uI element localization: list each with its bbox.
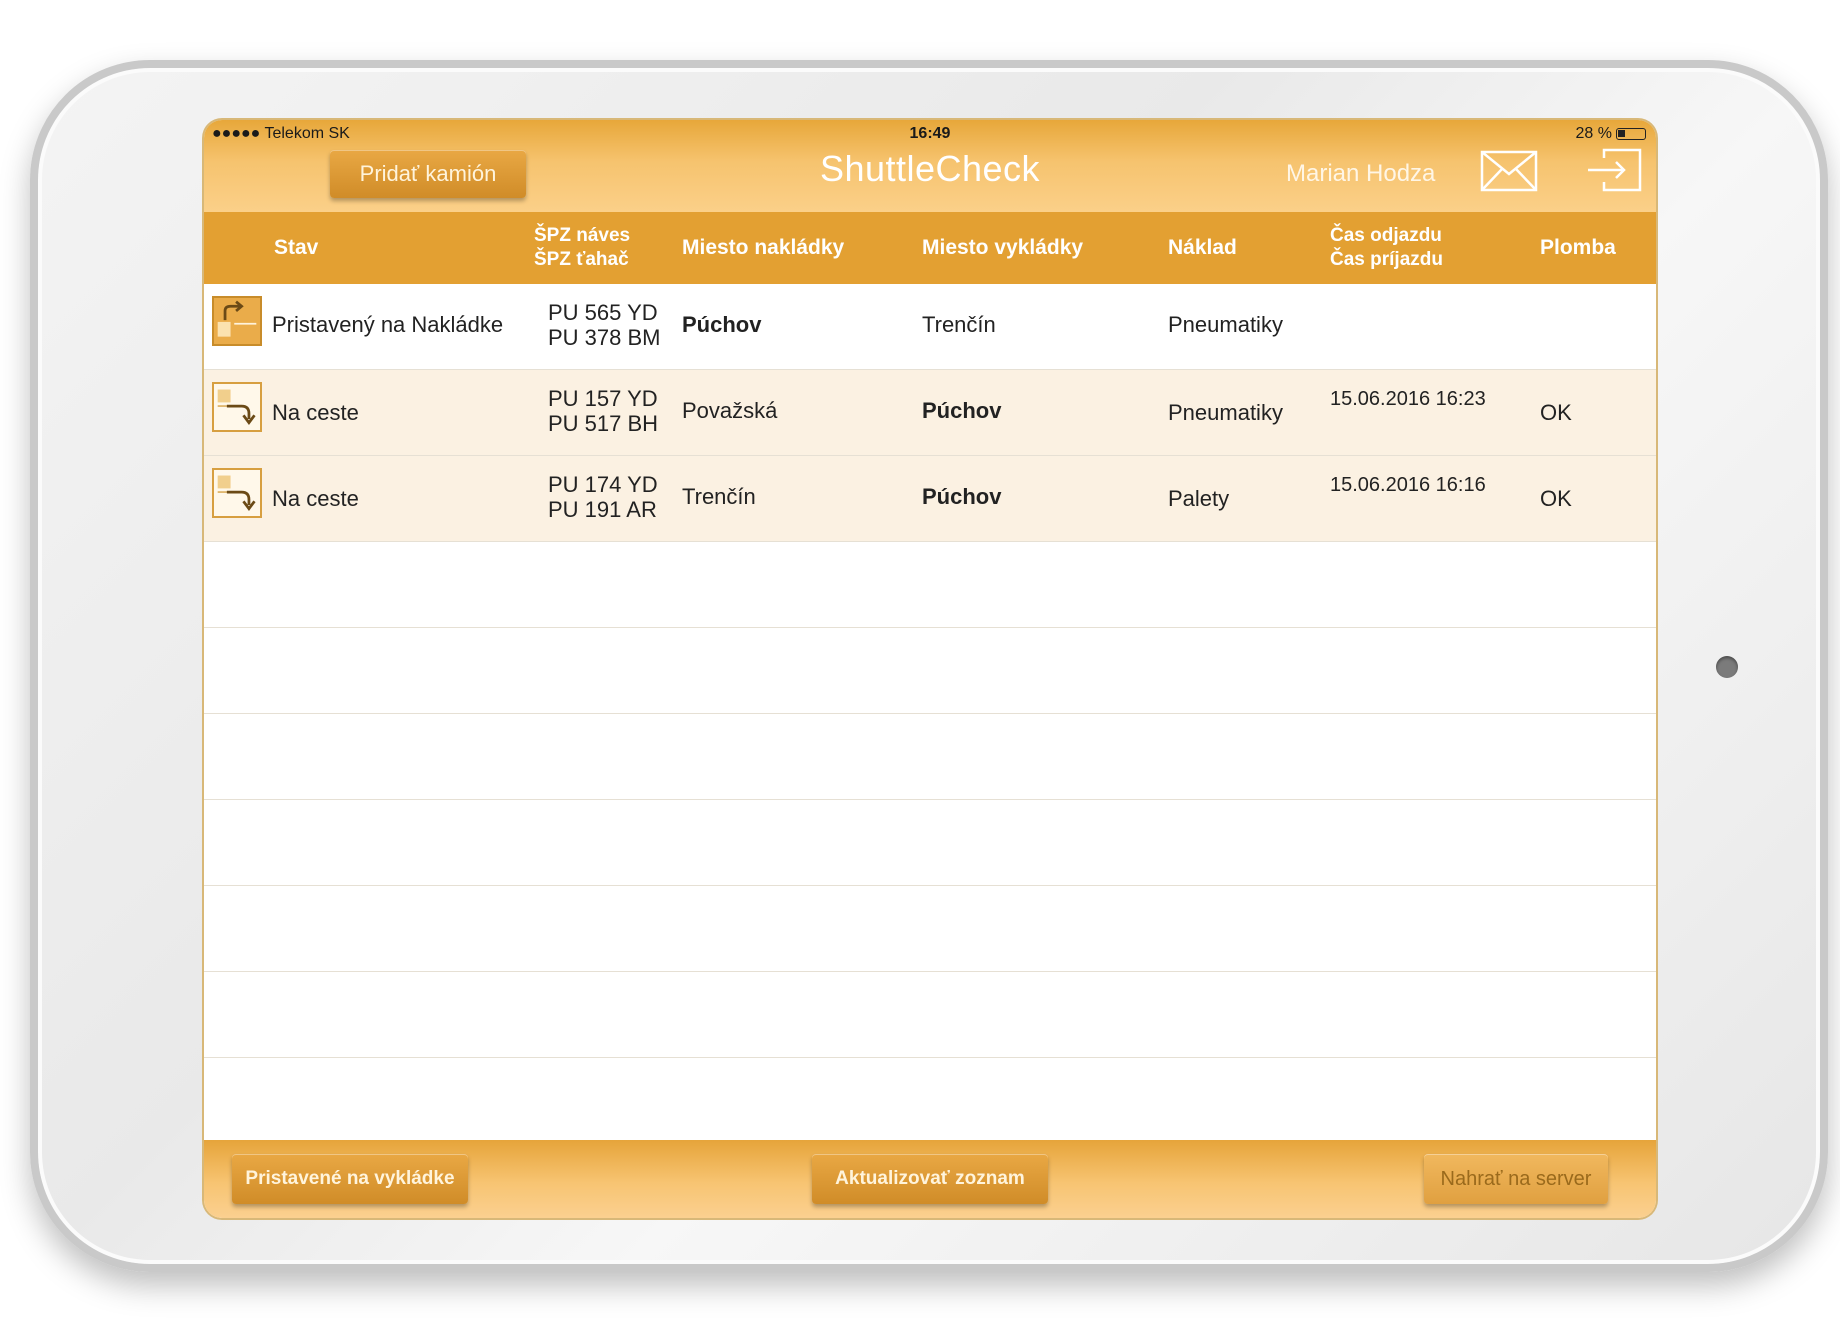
column-spz-naves: ŠPZ náves bbox=[534, 225, 631, 246]
user-name: Marian Hodza bbox=[1286, 160, 1436, 187]
cell-stav: Na ceste bbox=[272, 486, 359, 511]
cell-plomba: OK bbox=[1540, 400, 1572, 425]
in-transit-icon bbox=[212, 382, 262, 432]
battery-icon bbox=[1616, 128, 1646, 140]
column-spz-tahac: ŠPZ ťahač bbox=[534, 249, 629, 270]
table-row[interactable]: Na ceste PU 174 YD PU 191 AR Trenčín Púc… bbox=[204, 456, 1656, 542]
cell-plomba: OK bbox=[1540, 486, 1572, 511]
cell-miesto-nakladky: Trenčín bbox=[682, 484, 756, 509]
column-naklad[interactable]: Náklad bbox=[1168, 236, 1237, 260]
cell-cas: 15.06.2016 16:16 bbox=[1330, 474, 1486, 496]
cell-spz-tahac: PU 191 AR bbox=[548, 497, 657, 522]
empty-row bbox=[204, 972, 1656, 1058]
column-miesto-vykladky[interactable]: Miesto vykládky bbox=[922, 236, 1083, 260]
clock: 16:49 bbox=[909, 125, 951, 142]
cell-stav: Na ceste bbox=[272, 400, 359, 425]
column-plomba[interactable]: Plomba bbox=[1540, 236, 1616, 260]
column-cas[interactable]: Čas odjazdu Čas príjazdu bbox=[1330, 224, 1443, 272]
cell-miesto-vykladky: Púchov bbox=[922, 398, 1002, 423]
table-row[interactable]: Na ceste PU 157 YD PU 517 BH Považská Pú… bbox=[204, 370, 1656, 456]
empty-row bbox=[204, 714, 1656, 800]
cell-miesto-nakladky: Púchov bbox=[682, 312, 762, 337]
cell-spz-naves: PU 565 YD bbox=[548, 300, 658, 325]
cell-spz-tahac: PU 517 BH bbox=[548, 411, 659, 436]
home-button[interactable] bbox=[1716, 656, 1738, 678]
column-spz[interactable]: ŠPZ náves ŠPZ ťahač bbox=[534, 224, 630, 272]
bottom-toolbar: Pristavené na vykládke Aktualizovať zozn… bbox=[204, 1140, 1656, 1218]
column-stav[interactable]: Stav bbox=[274, 236, 318, 260]
cell-miesto-vykladky: Trenčín bbox=[922, 312, 996, 337]
app-title: ShuttleCheck bbox=[819, 148, 1041, 189]
empty-row bbox=[204, 800, 1656, 886]
cell-naklad: Pneumatiky bbox=[1168, 400, 1283, 425]
envelope-icon[interactable] bbox=[1480, 150, 1538, 192]
refresh-list-button[interactable]: Aktualizovať zoznam bbox=[812, 1154, 1048, 1204]
in-transit-icon bbox=[212, 468, 262, 518]
cell-spz: PU 565 YD PU 378 BM bbox=[548, 300, 661, 350]
unloading-button[interactable]: Pristavené na vykládke bbox=[232, 1154, 468, 1204]
cell-spz-naves: PU 157 YD bbox=[548, 386, 658, 411]
empty-row bbox=[204, 542, 1656, 628]
cell-spz: PU 174 YD PU 191 AR bbox=[548, 472, 658, 522]
upload-server-button[interactable]: Nahrať na server bbox=[1424, 1154, 1608, 1204]
cell-spz: PU 157 YD PU 517 BH bbox=[548, 386, 658, 436]
empty-row bbox=[204, 886, 1656, 972]
cell-naklad: Pneumatiky bbox=[1168, 312, 1283, 337]
table-header: Stav ŠPZ náves ŠPZ ťahač Miesto nakládky… bbox=[204, 212, 1656, 284]
cell-miesto-nakladky: Považská bbox=[682, 398, 778, 423]
logout-icon[interactable] bbox=[1586, 148, 1642, 192]
empty-row bbox=[204, 1058, 1656, 1144]
column-cas-prijazdu: Čas príjazdu bbox=[1330, 249, 1443, 270]
battery-indicator: 28 % bbox=[1576, 125, 1646, 143]
app-screen: ●●●●● Telekom SK 16:49 28 % Pridať kamió… bbox=[204, 120, 1656, 1218]
battery-percent: 28 % bbox=[1575, 125, 1612, 142]
cell-stav: Pristavený na Nakládke bbox=[272, 312, 504, 337]
cell-cas: 15.06.2016 16:23 bbox=[1330, 388, 1486, 410]
cell-spz-tahac: PU 378 BM bbox=[548, 325, 661, 350]
loading-dock-icon bbox=[212, 296, 262, 346]
cell-naklad: Palety bbox=[1168, 486, 1230, 511]
empty-row bbox=[204, 628, 1656, 714]
table-row[interactable]: Pristavený na Nakládke PU 565 YD PU 378 … bbox=[204, 284, 1656, 370]
cell-miesto-vykladky: Púchov bbox=[922, 484, 1002, 509]
cell-spz-naves: PU 174 YD bbox=[548, 472, 658, 497]
column-miesto-nakladky[interactable]: Miesto nakládky bbox=[682, 236, 844, 260]
top-bar: ●●●●● Telekom SK 16:49 28 % Pridať kamió… bbox=[204, 120, 1656, 212]
status-bar: ●●●●● Telekom SK 16:49 28 % bbox=[204, 120, 1656, 146]
column-cas-odjazdu: Čas odjazdu bbox=[1330, 225, 1442, 246]
